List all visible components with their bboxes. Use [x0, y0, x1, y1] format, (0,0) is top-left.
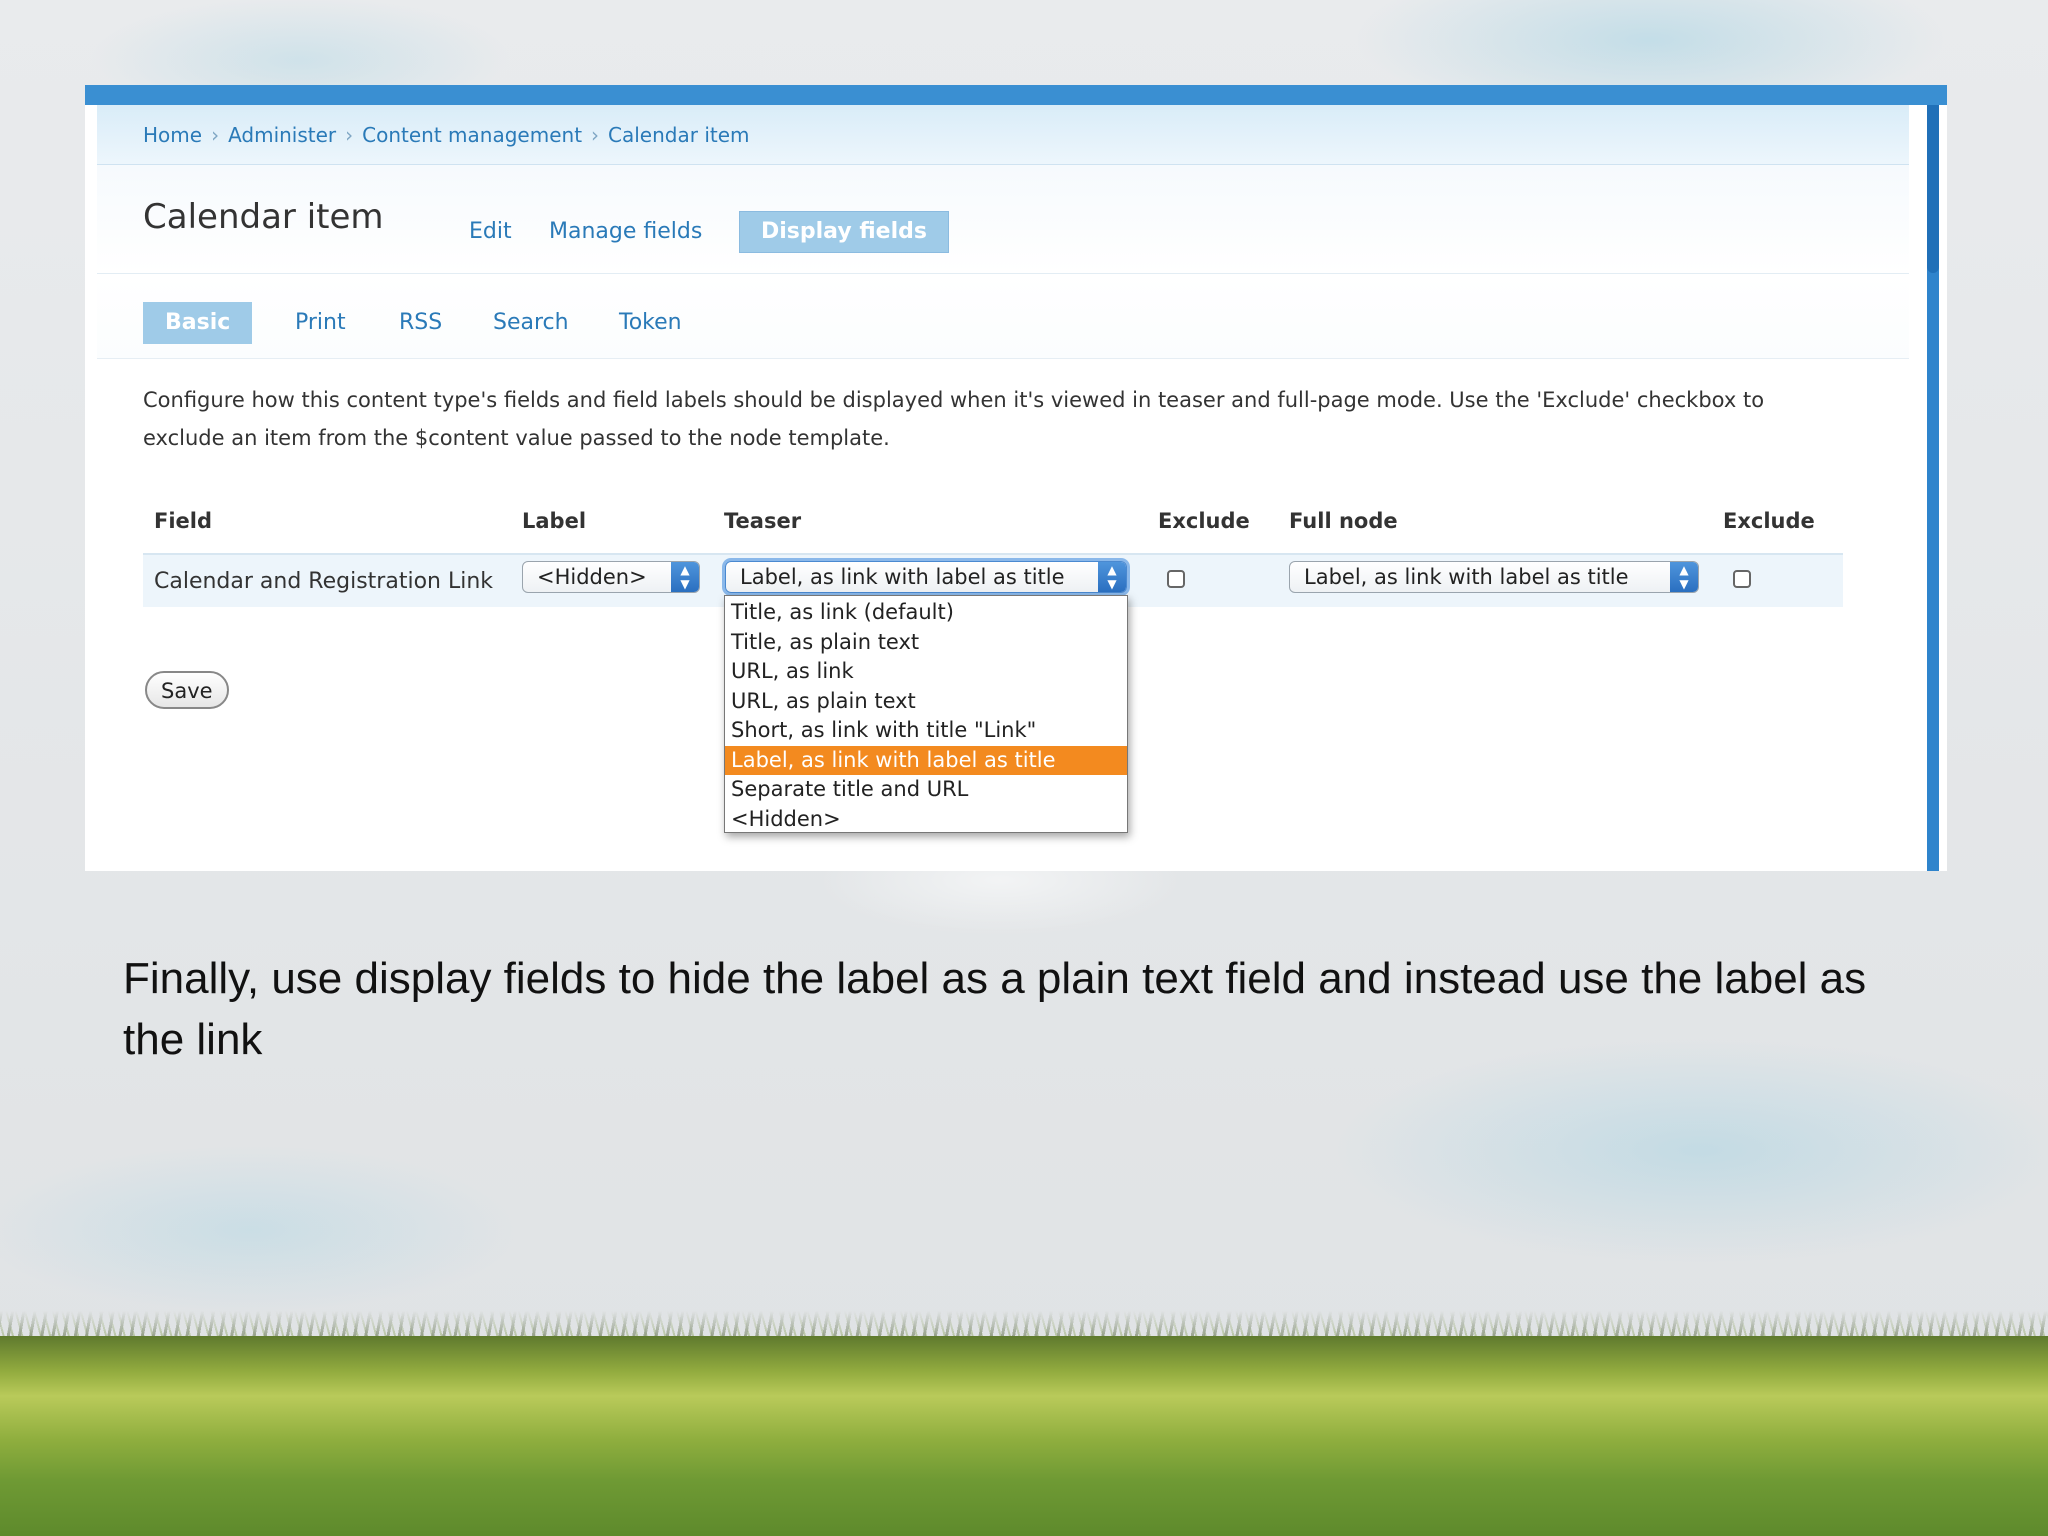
subtab-basic[interactable]: Basic: [143, 302, 253, 344]
breadcrumb-home[interactable]: Home: [143, 123, 202, 147]
dropdown-option[interactable]: URL, as link: [725, 657, 1127, 687]
column-header-field: Field: [154, 509, 213, 533]
save-button[interactable]: Save: [145, 671, 229, 709]
subtab-token[interactable]: Token: [597, 302, 704, 344]
breadcrumb-calendar-item[interactable]: Calendar item: [608, 123, 749, 147]
column-header-teaser: Teaser: [724, 509, 802, 533]
dropdown-option[interactable]: Short, as link with title "Link": [725, 716, 1127, 746]
teaser-select[interactable]: Label, as link with label as title ▲ ▼: [725, 561, 1127, 593]
grass-background: [0, 1336, 2048, 1536]
column-header-full-node: Full node: [1289, 509, 1398, 533]
full-node-exclude-checkbox[interactable]: [1733, 570, 1751, 588]
full-node-select-value: Label, as link with label as title: [1304, 565, 1629, 589]
select-arrows-icon: ▲ ▼: [671, 562, 699, 592]
scrollbar[interactable]: [1909, 105, 1947, 871]
slide-caption: Finally, use display fields to hide the …: [123, 954, 1867, 1064]
breadcrumb-content-management[interactable]: Content management: [362, 123, 582, 147]
subtab-search[interactable]: Search: [471, 302, 591, 344]
description-text: Configure how this content type's fields…: [143, 388, 1765, 450]
title-bar: Calendar item Edit Manage fields Display…: [97, 165, 1909, 274]
dropdown-option[interactable]: Title, as plain text: [725, 628, 1127, 658]
dropdown-option-selected[interactable]: Label, as link with label as title: [725, 745, 1127, 775]
breadcrumb-separator: ›: [591, 122, 600, 147]
page-title: Calendar item: [143, 197, 384, 237]
subtab-rss[interactable]: RSS: [377, 302, 464, 344]
label-select[interactable]: <Hidden> ▲ ▼: [522, 561, 700, 593]
tab-manage-fields[interactable]: Manage fields: [527, 211, 724, 253]
breadcrumb: Home › Administer › Content management ›…: [97, 105, 1909, 165]
select-arrows-icon: ▲ ▼: [1098, 562, 1126, 592]
subtab-print[interactable]: Print: [273, 302, 368, 344]
scrollbar-thumb[interactable]: [1927, 105, 1939, 273]
tab-display-fields[interactable]: Display fields: [739, 211, 949, 253]
column-header-exclude-teaser: Exclude: [1158, 509, 1250, 533]
breadcrumb-separator: ›: [211, 122, 220, 147]
select-arrows-icon: ▲ ▼: [1670, 562, 1698, 592]
breadcrumb-separator: ›: [345, 122, 354, 147]
full-node-select[interactable]: Label, as link with label as title ▲ ▼: [1289, 561, 1699, 593]
dropdown-option[interactable]: <Hidden>: [725, 805, 1127, 835]
label-select-value: <Hidden>: [537, 565, 647, 589]
dropdown-option[interactable]: Title, as link (default): [725, 598, 1127, 628]
field-name: Calendar and Registration Link: [154, 569, 494, 594]
dropdown-option[interactable]: URL, as plain text: [725, 687, 1127, 717]
teaser-dropdown-list: Title, as link (default) Title, as plain…: [724, 595, 1128, 833]
screenshot-window: Home › Administer › Content management ›…: [85, 85, 1947, 871]
tab-edit[interactable]: Edit: [447, 211, 534, 253]
dropdown-option[interactable]: Separate title and URL: [725, 775, 1127, 805]
teaser-select-value: Label, as link with label as title: [740, 565, 1065, 589]
column-header-exclude-full: Exclude: [1723, 509, 1815, 533]
teaser-exclude-checkbox[interactable]: [1167, 570, 1185, 588]
secondary-tabs: Basic Print RSS Search Token: [97, 274, 1909, 359]
admin-page: Home › Administer › Content management ›…: [97, 105, 1909, 871]
breadcrumb-administer[interactable]: Administer: [228, 123, 336, 147]
column-header-label: Label: [522, 509, 587, 533]
